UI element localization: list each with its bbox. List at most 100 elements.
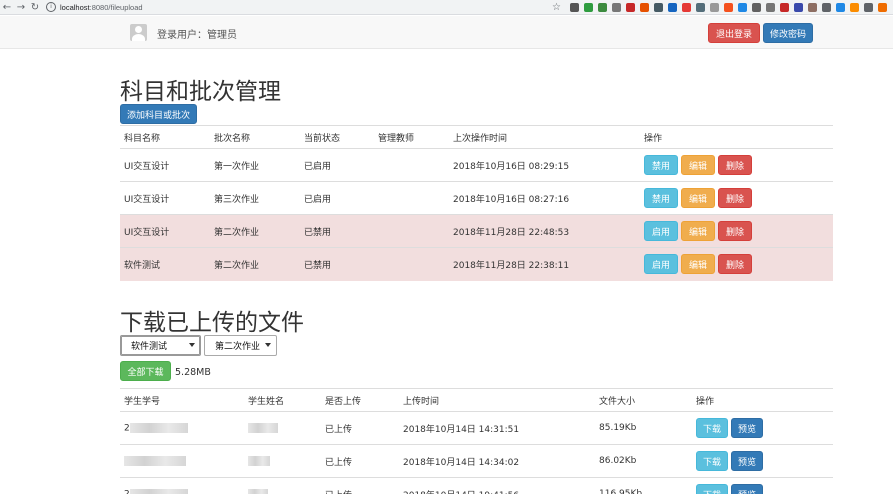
- login-user-label: 登录用户：管理员: [157, 26, 237, 41]
- file-size: 85.19Kb: [595, 412, 692, 445]
- extension-icon[interactable]: [836, 3, 845, 12]
- teacher-name: [374, 248, 449, 281]
- delete-button[interactable]: 删除: [718, 188, 752, 208]
- extension-icon[interactable]: [780, 3, 789, 12]
- table-row: 已上传 2018年10月14日 14:34:02 86.02Kb 下载 预览: [120, 445, 833, 478]
- user-avatar-icon: [130, 24, 147, 41]
- delete-button[interactable]: 删除: [718, 155, 752, 175]
- row-actions: 下载 预览: [692, 445, 833, 478]
- extension-icon[interactable]: [626, 3, 635, 12]
- subject-select-value: 软件测试: [131, 339, 167, 352]
- caret-down-icon: [265, 343, 271, 347]
- edit-button[interactable]: 编辑: [681, 221, 715, 241]
- logout-button[interactable]: 退出登录: [708, 23, 760, 43]
- delete-button[interactable]: 删除: [718, 254, 752, 274]
- extension-icon[interactable]: [710, 3, 719, 12]
- batch-name: 第一次作业: [210, 149, 300, 182]
- redacted-student-id: [130, 489, 188, 494]
- extension-icon[interactable]: [766, 3, 775, 12]
- extension-icon[interactable]: [738, 3, 747, 12]
- edit-button[interactable]: 编辑: [681, 254, 715, 274]
- delete-button[interactable]: 删除: [718, 221, 752, 241]
- extension-icon[interactable]: [878, 3, 887, 12]
- download-button[interactable]: 下载: [696, 451, 728, 471]
- student-id-cell: 2: [120, 478, 244, 494]
- add-subject-batch-button[interactable]: 添加科目或批次: [120, 104, 197, 124]
- reload-icon[interactable]: ↻: [28, 0, 42, 14]
- download-all-button[interactable]: 全部下载: [120, 361, 171, 381]
- disable-button[interactable]: 禁用: [644, 188, 678, 208]
- url-path: :8080/fileupload: [90, 3, 143, 12]
- subject-select[interactable]: 软件测试: [120, 335, 201, 356]
- student-id-cell: 2: [120, 412, 244, 445]
- forward-icon[interactable]: →: [14, 0, 28, 14]
- extensions-bar: ☆: [552, 2, 893, 13]
- last-operation-time: 2018年10月16日 08:27:16: [449, 182, 640, 215]
- batch-select[interactable]: 第二次作业: [204, 335, 277, 356]
- batch-name: 第二次作业: [210, 215, 300, 248]
- change-password-button[interactable]: 修改密码: [763, 23, 813, 43]
- column-header: 学生姓名: [244, 389, 321, 412]
- extension-icon[interactable]: [696, 3, 705, 12]
- back-icon[interactable]: ←: [0, 0, 14, 14]
- student-name-cell: [244, 445, 321, 478]
- student-id-cell: [120, 445, 244, 478]
- enable-button[interactable]: 启用: [644, 221, 678, 241]
- status-text: 已禁用: [300, 215, 374, 248]
- table-row: 2 已上传 2018年10月14日 14:31:51 85.19Kb 下载 预览: [120, 412, 833, 445]
- extension-icon[interactable]: [822, 3, 831, 12]
- download-button[interactable]: 下载: [696, 484, 728, 494]
- column-header: 上传时间: [399, 389, 595, 412]
- browser-toolbar: ← → ↻ i localhost:8080/fileupload ☆: [0, 0, 893, 15]
- disable-button[interactable]: 禁用: [644, 155, 678, 175]
- row-actions: 禁用 编辑 删除: [640, 182, 833, 215]
- enable-button[interactable]: 启用: [644, 254, 678, 274]
- extension-icon[interactable]: [864, 3, 873, 12]
- extension-icon[interactable]: [640, 3, 649, 12]
- downloads-section-title: 下载已上传的文件: [120, 303, 304, 337]
- extension-icon[interactable]: [850, 3, 859, 12]
- extension-icon[interactable]: [682, 3, 691, 12]
- teacher-name: [374, 182, 449, 215]
- edit-button[interactable]: 编辑: [681, 188, 715, 208]
- files-table: 学生学号 学生姓名 是否上传 上传时间 文件大小 操作 2 已上传 2018年1…: [120, 388, 833, 494]
- status-text: 已禁用: [300, 248, 374, 281]
- download-button[interactable]: 下载: [696, 418, 728, 438]
- address-bar[interactable]: i localhost:8080/fileupload: [46, 1, 516, 14]
- status-text: 已启用: [300, 182, 374, 215]
- column-header: 文件大小: [595, 389, 692, 412]
- subjects-section-title: 科目和批次管理: [120, 72, 281, 106]
- status-text: 已启用: [300, 149, 374, 182]
- extension-icon[interactable]: [724, 3, 733, 12]
- extension-icon[interactable]: [794, 3, 803, 12]
- redacted-student-name: [248, 423, 278, 433]
- extension-icon[interactable]: [752, 3, 761, 12]
- subject-name: UI交互设计: [120, 149, 210, 182]
- total-size-label: 5.28MB: [175, 367, 211, 378]
- upload-status: 已上传: [321, 412, 399, 445]
- redacted-student-name: [248, 456, 270, 466]
- extension-icon[interactable]: [654, 3, 663, 12]
- preview-button[interactable]: 预览: [731, 484, 763, 494]
- extension-icon[interactable]: [668, 3, 677, 12]
- column-header: 上次操作时间: [449, 126, 640, 149]
- extension-icon[interactable]: [584, 3, 593, 12]
- extension-icon[interactable]: [598, 3, 607, 12]
- preview-button[interactable]: 预览: [731, 451, 763, 471]
- teacher-name: [374, 149, 449, 182]
- site-info-icon[interactable]: i: [46, 2, 56, 12]
- upload-time: 2018年10月14日 14:31:51: [399, 412, 595, 445]
- column-header: 是否上传: [321, 389, 399, 412]
- extension-icon[interactable]: [612, 3, 621, 12]
- extension-icon[interactable]: [570, 3, 579, 12]
- extension-icon[interactable]: [808, 3, 817, 12]
- redacted-student-id: [124, 456, 186, 466]
- table-row: UI交互设计 第一次作业 已启用 2018年10月16日 08:29:15 禁用…: [120, 149, 833, 182]
- last-operation-time: 2018年11月28日 22:38:11: [449, 248, 640, 281]
- column-header: 操作: [692, 389, 833, 412]
- bookmark-star-icon[interactable]: ☆: [552, 2, 561, 13]
- edit-button[interactable]: 编辑: [681, 155, 715, 175]
- preview-button[interactable]: 预览: [731, 418, 763, 438]
- batch-name: 第三次作业: [210, 182, 300, 215]
- column-header: 操作: [640, 126, 833, 149]
